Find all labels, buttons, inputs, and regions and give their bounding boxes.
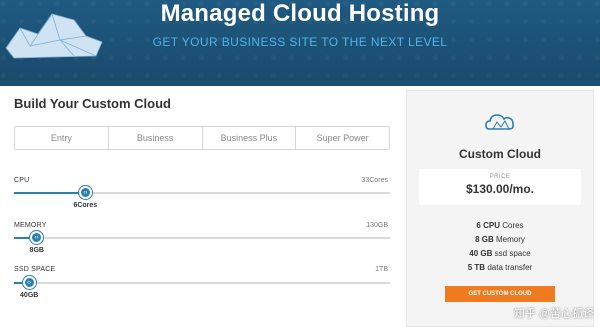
price-box: PRICE $130.00/mo. [419,169,581,205]
cpu-slider-fill [14,192,86,194]
memory-value: 8GB [29,247,44,254]
plan-summary-card: Custom Cloud PRICE $130.00/mo. 6 CPU Cor… [406,90,594,327]
cpu-label: CPU [14,177,30,184]
tab-business-plus[interactable]: Business Plus [203,127,297,149]
ssd-value: 40GB [20,292,39,299]
builder-title: Build Your Custom Cloud [14,96,171,111]
memory-max-label: 130GB [366,222,388,229]
ssd-label: SSD SPACE [14,266,56,273]
spec-cpu: 6 CPU Cores [476,221,524,230]
arrows-icon: ‹› [83,189,88,196]
arrows-icon: ‹› [27,279,32,286]
price-value: $130.00/mo. [465,182,535,196]
memory-slider-track[interactable]: ‹› 8GB [14,231,390,254]
plan-specs: 6 CPU Cores 8 GB Memory 40 GB ssd space … [407,219,593,275]
cloud-builder-panel: Build Your Custom Cloud Entry Business B… [4,86,396,327]
content-area: Build Your Custom Cloud Entry Business B… [0,86,600,327]
cpu-max-label: 33Cores [361,177,388,184]
tab-business[interactable]: Business [109,127,203,149]
hero-subtitle: GET YOUR BUSINESS SITE TO THE NEXT LEVEL [152,35,448,49]
get-custom-cloud-button[interactable]: GET CUSTOM CLOUD [445,286,555,302]
tab-super-power[interactable]: Super Power [296,127,389,149]
cpu-value: 6Cores [73,202,98,209]
spec-transfer: 5 TB data transfer [467,263,533,272]
spec-ssd: 40 GB ssd space [469,249,531,258]
ssd-slider-track[interactable]: ‹› 40GB [14,276,390,299]
hero-banner: Managed Cloud Hosting GET YOUR BUSINESS … [0,0,600,80]
tab-entry[interactable]: Entry [15,127,109,149]
memory-label: MEMORY [14,222,47,229]
ssd-slider-handle[interactable]: ‹› [22,276,36,289]
cpu-slider-track[interactable]: ‹› 6Cores [14,186,390,209]
memory-slider-handle[interactable]: ‹› [30,231,44,244]
arrows-icon: ‹› [34,234,39,241]
plan-tabs: Entry Business Business Plus Super Power [14,126,390,150]
spec-memory: 8 GB Memory [475,235,525,244]
ssd-max-label: 1TB [375,266,388,273]
hero-title: Managed Cloud Hosting [160,0,440,27]
price-label: PRICE [489,174,511,180]
cloud-icon [485,114,514,130]
watermark: 知乎 @苦心孤译 [513,308,594,320]
cpu-slider-handle[interactable]: ‹› [78,186,92,199]
plan-title: Custom Cloud [459,147,541,161]
